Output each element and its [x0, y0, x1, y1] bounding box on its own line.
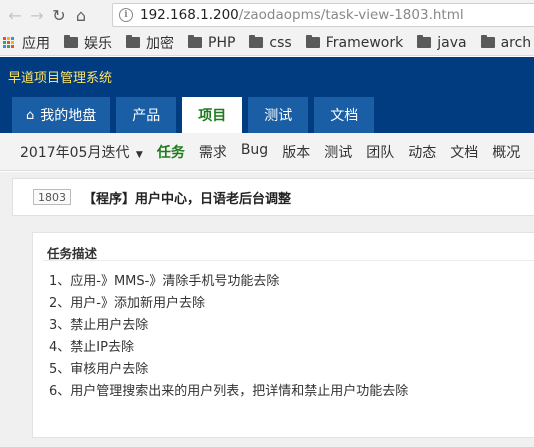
url-host: 192.168.1.200 — [140, 7, 239, 23]
bookmark-item[interactable]: css — [249, 34, 292, 51]
task-title-card: 1803 【程序】用户中心，日语老后台调整 — [12, 178, 534, 216]
main-tab-label: 文档 — [330, 108, 359, 124]
description-item: 1、应用-》MMS-》清除手机号功能去除 — [49, 274, 280, 289]
folder-icon — [305, 35, 320, 48]
description-item: 2、用户-》添加新用户去除 — [49, 296, 205, 311]
description-item: 5、审核用户去除 — [49, 362, 149, 377]
bookmark-label: java — [437, 34, 467, 51]
sub-nav-item[interactable]: 测试 — [324, 142, 352, 162]
divider — [43, 260, 534, 261]
bookmark-item[interactable]: Framework — [305, 34, 404, 51]
sub-nav-item[interactable]: 概况 — [492, 142, 520, 162]
browser-toolbar: ← → ↻ ⌂ i 192.168.1.200/zaodaopms/task-v… — [0, 0, 534, 30]
folder-icon — [480, 35, 495, 48]
main-tab[interactable]: 测试 — [248, 97, 309, 133]
bookmark-label: 应用 — [22, 35, 50, 52]
address-bar[interactable]: i 192.168.1.200/zaodaopms/task-view-1803… — [112, 3, 534, 27]
forward-arrow-icon[interactable]: → — [26, 4, 48, 26]
folder-icon — [64, 35, 78, 48]
bookmarks-bar: 应用 娱乐 加密 PHP css Framework java arch — [0, 30, 534, 56]
main-tabs: ⌂ 我的地盘 产品 项目 测试 文档 — [0, 97, 375, 133]
bookmark-item[interactable]: 应用 — [0, 33, 50, 53]
caret-down-icon: ▼ — [135, 149, 143, 160]
bookmark-label: 加密 — [146, 35, 174, 52]
task-id-badge: 1803 — [33, 189, 71, 205]
sub-nav-item[interactable]: 动态 — [408, 142, 436, 162]
sub-nav: 2017年05月迭代 ▼ 任务 需求 Bug 版本 测试 团队 动态 文档 概况 — [0, 133, 534, 171]
info-icon[interactable]: i — [119, 8, 133, 22]
bookmark-label: Framework — [325, 34, 404, 51]
bookmark-item[interactable]: java — [417, 34, 467, 51]
bookmark-item[interactable]: 加密 — [126, 33, 174, 53]
home-button-icon[interactable]: ⌂ — [70, 4, 92, 26]
bookmark-item[interactable]: PHP — [188, 35, 235, 51]
bookmark-label: PHP — [208, 34, 236, 51]
sub-nav-items: 任务 需求 Bug 版本 测试 团队 动态 文档 概况 — [157, 142, 534, 162]
main-tab[interactable]: 产品 — [116, 97, 177, 133]
apps-icon — [3, 36, 15, 49]
sub-nav-item[interactable]: Bug — [241, 142, 268, 162]
bookmark-label: 娱乐 — [84, 35, 112, 52]
folder-icon — [417, 35, 432, 48]
main-tab-label: 项目 — [198, 108, 227, 124]
folder-icon — [126, 35, 140, 48]
bookmark-label: arch — [500, 34, 532, 51]
description-list: 1、应用-》MMS-》清除手机号功能去除 2、用户-》添加新用户去除 3、禁止用户去… — [49, 271, 408, 403]
task-description-card: 任务描述 1、应用-》MMS-》清除手机号功能去除 2、用户-》添加新用户去除 3、… — [32, 232, 534, 438]
iteration-label: 2017年05月迭代 — [20, 144, 130, 161]
url-path: /zaodaopms/task-view-1803.html — [238, 7, 464, 23]
main-tab[interactable]: ⌂ 我的地盘 — [12, 97, 111, 133]
main-content: 1803 【程序】用户中心，日语老后台调整 任务描述 1、应用-》MMS-》清除… — [0, 172, 534, 447]
folder-icon — [188, 35, 202, 48]
back-arrow-icon[interactable]: ← — [4, 4, 26, 26]
task-name: 【程序】用户中心，日语老后台调整 — [83, 191, 292, 207]
reload-icon[interactable]: ↻ — [48, 4, 70, 26]
bookmark-label: css — [269, 34, 292, 51]
main-tab-label: 我的地盘 — [40, 108, 97, 124]
folder-icon — [249, 35, 264, 48]
app-header: 早道项目管理系统 ⌂ 我的地盘 产品 项目 测试 文档 — [0, 57, 534, 133]
app-title: 早道项目管理系统 — [8, 71, 113, 86]
main-tab-label: 测试 — [264, 108, 293, 124]
main-tab-label: 产品 — [132, 108, 161, 124]
main-tab[interactable]: 项目 — [182, 97, 243, 133]
sub-nav-item[interactable]: 团队 — [366, 142, 394, 162]
description-item: 3、禁止用户去除 — [49, 318, 149, 333]
main-tab[interactable]: 文档 — [314, 97, 375, 133]
sub-nav-item[interactable]: 需求 — [199, 142, 227, 162]
iteration-dropdown[interactable]: 2017年05月迭代 ▼ — [20, 142, 143, 162]
sub-nav-item[interactable]: 文档 — [450, 142, 478, 162]
description-item: 4、禁止IP去除 — [49, 340, 134, 355]
bookmark-item[interactable]: arch — [480, 34, 532, 51]
sub-nav-item[interactable]: 版本 — [282, 142, 310, 162]
bookmark-item[interactable]: 娱乐 — [64, 33, 112, 53]
home-icon: ⌂ — [26, 107, 35, 123]
sub-nav-item[interactable]: 任务 — [157, 142, 185, 162]
description-item: 6、用户管理搜索出来的用户列表，把详情和禁止用户功能去除 — [49, 384, 409, 399]
